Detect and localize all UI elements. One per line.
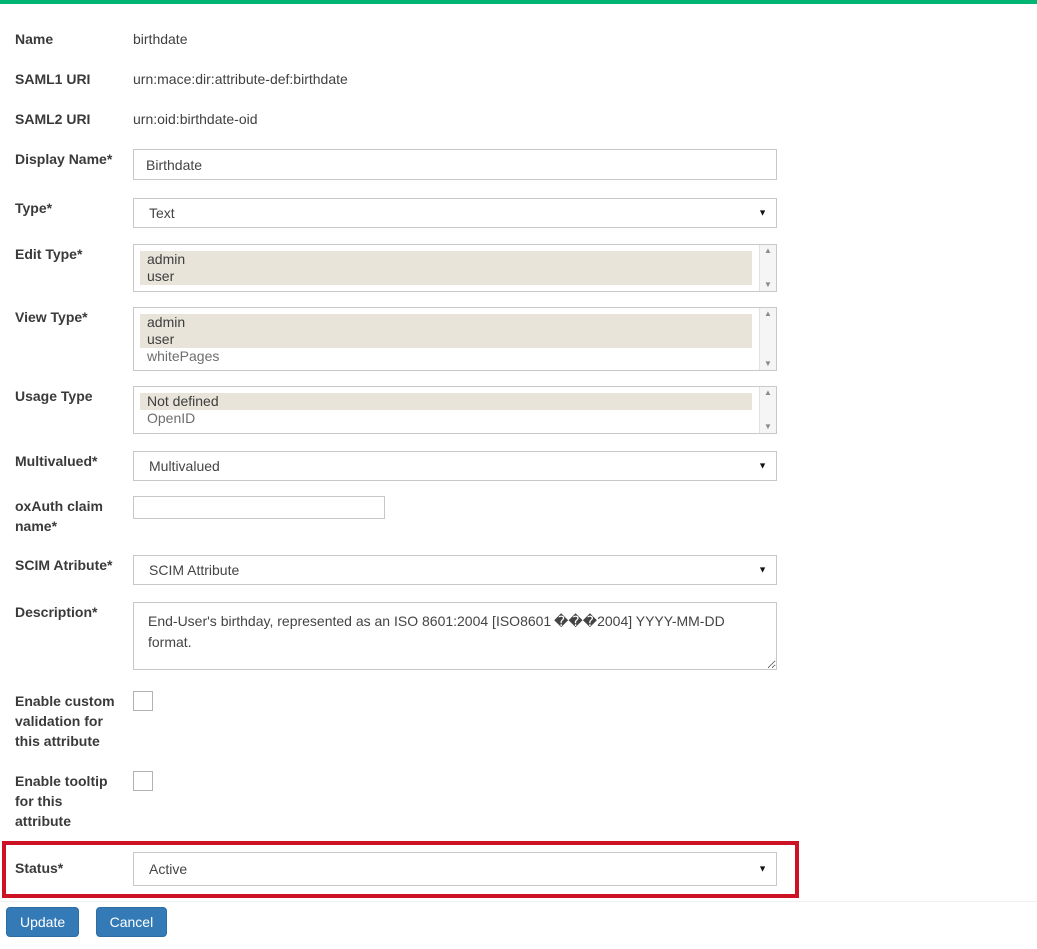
edit-type-label: Edit Type* (15, 244, 133, 292)
description-textarea[interactable]: End-User's birthday, represented as an I… (133, 602, 777, 670)
scroll-down-icon[interactable]: ▼ (764, 423, 772, 431)
row-enable-tooltip: Enable tooltip for this attribute (15, 771, 1037, 831)
scroll-down-icon[interactable]: ▼ (764, 281, 772, 289)
name-value: birthdate (133, 29, 777, 49)
row-edit-type: Edit Type* adminuser ▲ ▼ (15, 244, 1037, 292)
scrollbar[interactable]: ▲ ▼ (759, 308, 776, 370)
listbox-option[interactable]: OpenID (140, 410, 752, 427)
row-view-type: View Type* adminuserwhitePages ▲ ▼ (15, 307, 1037, 371)
listbox-option[interactable]: Not defined (140, 393, 752, 410)
saml2-uri-label: SAML2 URI (15, 109, 133, 129)
multivalued-label: Multivalued* (15, 451, 133, 481)
scim-attribute-label: SCIM Atribute* (15, 555, 133, 585)
status-label: Status* (15, 852, 133, 886)
display-name-label: Display Name* (15, 149, 133, 180)
cancel-button[interactable]: Cancel (96, 907, 168, 937)
row-oxauth-claim-name: oxAuth claim name* (15, 496, 1037, 536)
row-usage-type: Usage Type Not definedOpenID ▲ ▼ (15, 386, 1037, 434)
row-description: Description* End-User's birthday, repres… (15, 602, 1037, 675)
attribute-form: Name birthdate SAML1 URI urn:mace:dir:at… (0, 4, 1037, 949)
scrollbar[interactable]: ▲ ▼ (759, 387, 776, 433)
enable-custom-validation-label: Enable custom validation for this attrib… (15, 691, 133, 751)
multivalued-select-value: Multivalued (149, 458, 220, 474)
type-label: Type* (15, 198, 133, 228)
update-button[interactable]: Update (6, 907, 79, 937)
oxauth-claim-name-label: oxAuth claim name* (15, 496, 133, 536)
listbox-option[interactable]: user (140, 268, 752, 285)
listbox-option[interactable]: admin (140, 251, 752, 268)
view-type-label: View Type* (15, 307, 133, 371)
view-type-listbox[interactable]: adminuserwhitePages ▲ ▼ (133, 307, 777, 371)
saml1-uri-label: SAML1 URI (15, 69, 133, 89)
type-select-value: Text (149, 205, 175, 221)
chevron-down-icon: ▼ (758, 566, 767, 575)
enable-tooltip-checkbox[interactable] (133, 771, 153, 791)
row-type: Type* Text ▼ (15, 198, 1037, 228)
saml1-uri-value: urn:mace:dir:attribute-def:birthdate (133, 69, 777, 89)
chevron-down-icon: ▼ (758, 462, 767, 471)
description-label: Description* (15, 602, 133, 675)
row-scim-attribute: SCIM Atribute* SCIM Attribute ▼ (15, 555, 1037, 585)
listbox-option[interactable]: admin (140, 314, 752, 331)
display-name-input[interactable] (133, 149, 777, 180)
scim-attribute-select[interactable]: SCIM Attribute ▼ (133, 555, 777, 585)
scrollbar[interactable]: ▲ ▼ (759, 245, 776, 291)
chevron-down-icon: ▼ (758, 865, 767, 874)
chevron-down-icon: ▼ (758, 209, 767, 218)
usage-type-label: Usage Type (15, 386, 133, 434)
row-saml2-uri: SAML2 URI urn:oid:birthdate-oid (15, 109, 1037, 129)
listbox-option[interactable]: whitePages (140, 348, 752, 365)
enable-tooltip-label: Enable tooltip for this attribute (15, 771, 133, 831)
enable-custom-validation-checkbox[interactable] (133, 691, 153, 711)
edit-type-listbox[interactable]: adminuser ▲ ▼ (133, 244, 777, 292)
usage-type-listbox[interactable]: Not definedOpenID ▲ ▼ (133, 386, 777, 434)
row-saml1-uri: SAML1 URI urn:mace:dir:attribute-def:bir… (15, 69, 1037, 89)
row-display-name: Display Name* (15, 149, 1037, 180)
form-actions: Update Cancel (0, 902, 1037, 949)
type-select[interactable]: Text ▼ (133, 198, 777, 228)
scroll-up-icon[interactable]: ▲ (764, 310, 772, 318)
oxauth-claim-name-input[interactable] (133, 496, 385, 519)
row-name: Name birthdate (15, 29, 1037, 49)
row-multivalued: Multivalued* Multivalued ▼ (15, 451, 1037, 481)
status-select-value: Active (149, 861, 187, 877)
row-status-highlighted: Status* Active ▼ (2, 841, 799, 898)
saml2-uri-value: urn:oid:birthdate-oid (133, 109, 777, 129)
scim-attribute-select-value: SCIM Attribute (149, 562, 239, 578)
listbox-option[interactable]: user (140, 331, 752, 348)
scroll-up-icon[interactable]: ▲ (764, 247, 772, 255)
row-enable-custom-validation: Enable custom validation for this attrib… (15, 691, 1037, 751)
status-select[interactable]: Active ▼ (133, 852, 777, 886)
multivalued-select[interactable]: Multivalued ▼ (133, 451, 777, 481)
name-label: Name (15, 29, 133, 49)
scroll-up-icon[interactable]: ▲ (764, 389, 772, 397)
scroll-down-icon[interactable]: ▼ (764, 360, 772, 368)
